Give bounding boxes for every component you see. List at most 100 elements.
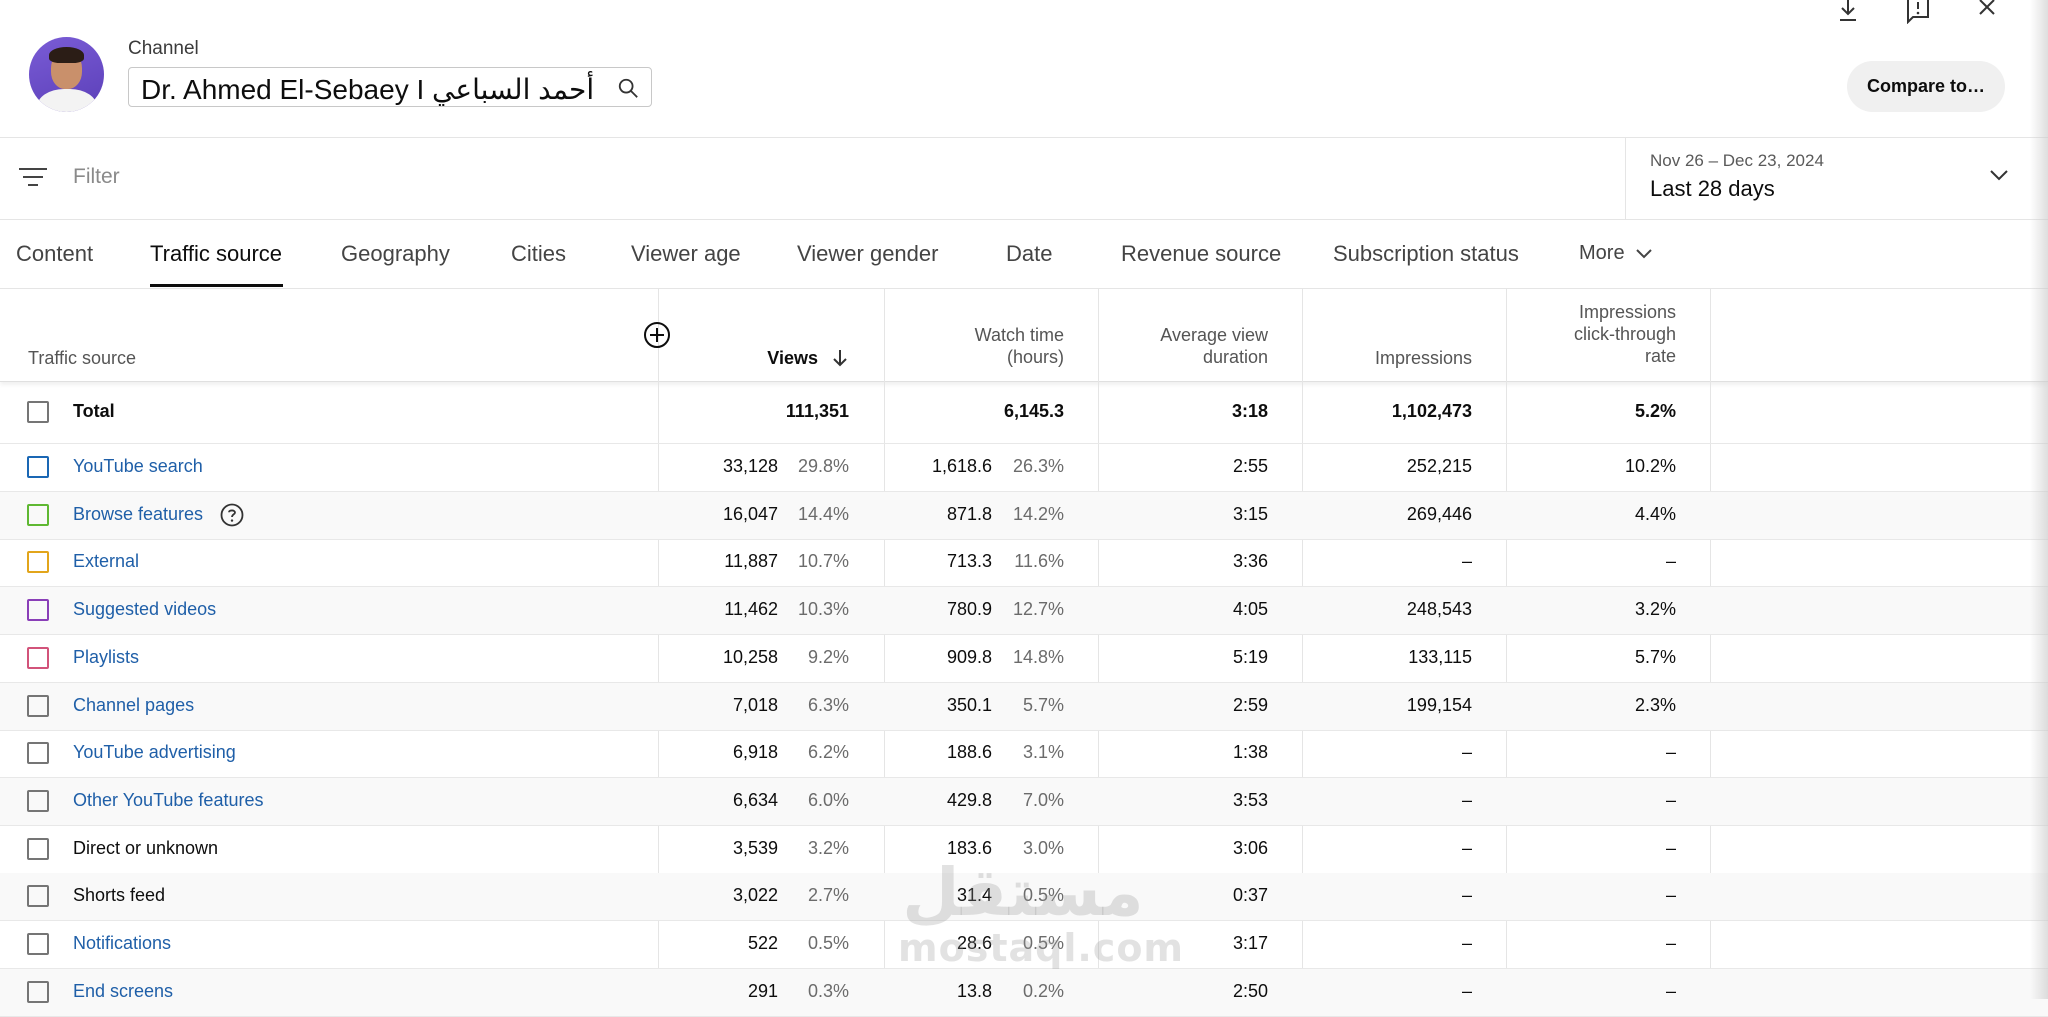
ctr-value: 3.2% — [1634, 599, 1676, 619]
views-percent: 10.3% — [797, 599, 849, 619]
table-row[interactable]: YouTube advertising 6,918 6.2% 188.6 3.1% 1:3… — [0, 730, 2048, 778]
avd-value: 2:59 — [1232, 695, 1268, 715]
row-checkbox[interactable] — [27, 599, 49, 621]
column-header-avd-line1: Average view — [1160, 325, 1268, 345]
row-checkbox[interactable] — [27, 742, 49, 764]
impressions-value: 248,543 — [1406, 599, 1472, 619]
traffic-source-name[interactable]: Other YouTube features — [73, 790, 263, 811]
tab-viewer-gender[interactable]: Viewer gender — [797, 241, 938, 267]
views-value: 16,047 — [722, 504, 778, 524]
table-row[interactable]: Notifications 522 0.5% 28.6 0.5% 3:17 – – — [0, 921, 2048, 969]
ctr-value: – — [1665, 551, 1676, 571]
compare-button[interactable]: Compare to… — [1847, 61, 2005, 112]
row-checkbox[interactable] — [27, 504, 49, 526]
report-tabs: Content Traffic source Geography Cities … — [0, 220, 2048, 289]
traffic-source-name[interactable]: Notifications — [73, 933, 171, 954]
impressions-value: – — [1461, 933, 1472, 953]
column-header-watch-time[interactable]: Watch time (hours) — [975, 324, 1064, 368]
channel-name[interactable]: Dr. Ahmed El-Sebaey I أحمد السباعي — [141, 73, 594, 106]
watch-time-value: 780.9 — [946, 599, 992, 619]
table-row-total: Total 111,351 6,145.3 3:18 1,102,473 5.2… — [0, 382, 2048, 444]
tab-date[interactable]: Date — [1006, 241, 1052, 267]
row-checkbox[interactable] — [27, 933, 49, 955]
row-checkbox[interactable] — [27, 885, 49, 907]
column-header-ctr[interactable]: Impressions click-through rate — [1574, 301, 1676, 367]
search-icon[interactable] — [617, 77, 639, 99]
column-header-views[interactable]: Views — [767, 347, 847, 369]
watch-time-value: 429.8 — [946, 790, 992, 810]
watch-time-percent: 3.0% — [1022, 838, 1064, 858]
views-value: 3,022 — [732, 885, 778, 905]
table-row[interactable]: Suggested videos 11,462 10.3% 780.9 12.7% 4:0… — [0, 587, 2048, 635]
views-percent: 10.7% — [797, 551, 849, 571]
table-row[interactable]: End screens 291 0.3% 13.8 0.2% 2:50– – — [0, 969, 2048, 1017]
total-avd: 3:18 — [1231, 401, 1268, 421]
ctr-value: – — [1665, 838, 1676, 858]
tab-geography[interactable]: Geography — [341, 241, 450, 267]
row-checkbox[interactable] — [27, 838, 49, 860]
tab-viewer-age[interactable]: Viewer age — [631, 241, 741, 267]
views-percent: 9.2% — [807, 647, 849, 667]
row-checkbox[interactable] — [27, 695, 49, 717]
channel-search-field[interactable]: Dr. Ahmed El-Sebaey I أحمد السباعي — [128, 67, 652, 107]
traffic-source-name[interactable]: YouTube search — [73, 456, 203, 477]
channel-label: Channel — [128, 38, 199, 59]
traffic-source-name: Shorts feed — [73, 885, 166, 905]
column-header-average-view-duration[interactable]: Average view duration — [1160, 324, 1268, 368]
avd-value: 3:17 — [1232, 933, 1268, 953]
filter-lines-icon[interactable] — [18, 165, 48, 189]
views-value: 6,634 — [732, 790, 778, 810]
table-row[interactable]: External 11,887 10.7% 713.3 11.6% 3:36 – – — [0, 539, 2048, 587]
row-checkbox[interactable] — [27, 981, 49, 1003]
row-checkbox[interactable] — [27, 647, 49, 669]
traffic-source-name[interactable]: Channel pages — [73, 695, 194, 716]
close-icon[interactable] — [1972, 0, 2002, 24]
row-checkbox[interactable] — [27, 790, 49, 812]
views-value: 7,018 — [732, 695, 778, 715]
views-value: 11,887 — [724, 551, 778, 571]
traffic-source-name[interactable]: Playlists — [73, 647, 139, 668]
views-value: 6,918 — [732, 742, 778, 762]
tab-cities[interactable]: Cities — [511, 241, 566, 267]
table-row[interactable]: Playlists 10,258 9.2% 909.8 14.8% 5:19 133,115… — [0, 635, 2048, 683]
date-range-picker[interactable]: Nov 26 – Dec 23, 2024 Last 28 days — [1625, 138, 2048, 219]
table-row[interactable]: Direct or unknown 3,539 3.2% 183.6 3.0% 3:06 –… — [0, 826, 2048, 874]
traffic-source-name[interactable]: Browse features — [73, 504, 203, 525]
scroll-edge-shadow — [2030, 0, 2048, 999]
avatar[interactable] — [29, 37, 104, 112]
chevron-down-icon[interactable] — [1989, 168, 2009, 182]
views-value: 33,128 — [722, 456, 778, 476]
tab-traffic-source[interactable]: Traffic source — [150, 241, 282, 267]
traffic-source-name[interactable]: Suggested videos — [73, 599, 216, 620]
tab-more[interactable]: More — [1579, 242, 1652, 265]
ctr-value: – — [1665, 742, 1676, 762]
table-row[interactable]: Browse features 16,047 14.4% 871.8 14.2% 3:15… — [0, 492, 2048, 540]
views-value: 3,539 — [732, 838, 778, 858]
download-icon[interactable] — [1833, 0, 1863, 24]
row-checkbox[interactable] — [27, 551, 49, 573]
tab-revenue-source[interactable]: Revenue source — [1121, 241, 1281, 267]
views-value: 10,258 — [722, 647, 778, 667]
column-header-traffic-source[interactable]: Traffic source — [28, 347, 136, 369]
views-percent: 2.7% — [807, 885, 849, 905]
table-row[interactable]: Channel pages 7,018 6.3% 350.1 5.7% 2:59 199,1… — [0, 683, 2048, 731]
arrow-down-icon[interactable] — [833, 349, 847, 367]
row-checkbox[interactable] — [27, 456, 49, 478]
table-row[interactable]: YouTube search 33,128 29.8% 1,618.6 26.3% 2:5… — [0, 444, 2048, 492]
column-header-impressions[interactable]: Impressions — [1375, 347, 1472, 369]
feedback-icon[interactable] — [1903, 0, 1933, 24]
traffic-source-name[interactable]: External — [73, 551, 139, 572]
table-row[interactable]: Other YouTube features 6,634 6.0% 429.8 7.0%… — [0, 778, 2048, 826]
traffic-source-name[interactable]: YouTube advertising — [73, 742, 236, 763]
column-header-watch-time-line2: (hours) — [1006, 347, 1064, 367]
impressions-value: 133,115 — [1408, 647, 1472, 667]
tab-subscription-status[interactable]: Subscription status — [1333, 241, 1519, 267]
impressions-value: – — [1461, 742, 1472, 762]
filter-input[interactable]: Filter — [73, 165, 120, 189]
column-header-ctr-line3: rate — [1644, 346, 1676, 366]
row-checkbox[interactable] — [27, 401, 49, 423]
help-circle-icon[interactable] — [220, 503, 244, 527]
table-row[interactable]: Shorts feed 3,022 2.7% 31.4 0.5% 0:37 – – — [0, 873, 2048, 921]
tab-content[interactable]: Content — [16, 241, 93, 267]
add-circle-icon[interactable] — [643, 321, 671, 349]
